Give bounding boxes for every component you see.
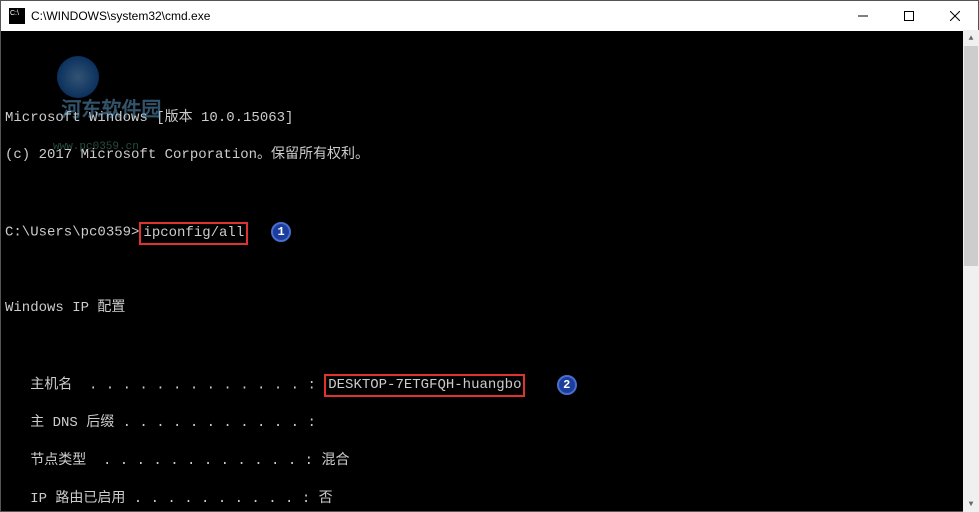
ip-routing-line: IP 路由已启用 . . . . . . . . . . : 否 [5,490,974,509]
window-controls [840,1,978,31]
prompt-prefix: C:\Users\pc0359> [5,225,139,241]
blank-line [5,261,974,280]
cmd-window: C:\WINDOWS\system32\cmd.exe 河东软件园 www.pc… [0,0,979,512]
window-title: C:\WINDOWS\system32\cmd.exe [31,9,840,23]
close-button[interactable] [932,1,978,31]
hostname-label: 主机名 . . . . . . . . . . . . . : [5,377,324,393]
terminal-output[interactable]: 河东软件园 www.pc0359.cn Microsoft Windows [版… [1,31,978,511]
annotation-1: 1 [271,222,291,242]
scroll-down-button[interactable]: ▼ [963,496,979,512]
cmd-icon [9,8,25,24]
ipconfig-header: Windows IP 配置 [5,299,974,318]
version-line: Microsoft Windows [版本 10.0.15063] [5,109,974,128]
scroll-up-button[interactable]: ▲ [963,30,979,46]
maximize-button[interactable] [886,1,932,31]
watermark-logo-icon [57,56,99,98]
vertical-scrollbar[interactable]: ▲ ▼ [963,30,979,512]
scroll-thumb[interactable] [964,46,978,266]
minimize-button[interactable] [840,1,886,31]
minimize-icon [858,11,868,21]
dns-suffix-line: 主 DNS 后缀 . . . . . . . . . . . : [5,414,974,433]
blank-line [5,184,974,203]
hostname-highlight: DESKTOP-7ETGFQH-huangbo [324,374,525,397]
close-icon [950,11,960,21]
maximize-icon [904,11,914,21]
copyright-line: (c) 2017 Microsoft Corporation。保留所有权利。 [5,146,974,165]
annotation-2: 2 [557,375,577,395]
titlebar: C:\WINDOWS\system32\cmd.exe [1,1,978,31]
node-type-line: 节点类型 . . . . . . . . . . . . : 混合 [5,452,974,471]
prompt-line: C:\Users\pc0359>ipconfig/all 1 [5,222,974,243]
hostname-line: 主机名 . . . . . . . . . . . . . : DESKTOP-… [5,375,974,396]
command-highlight: ipconfig/all [139,222,248,245]
blank-line [5,337,974,356]
